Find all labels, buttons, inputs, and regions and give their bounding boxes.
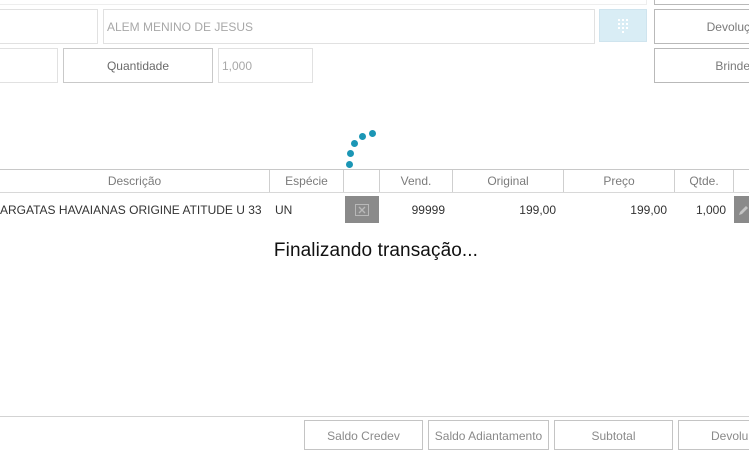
cell-especie: UN — [275, 202, 293, 217]
left-field-top[interactable] — [0, 9, 98, 44]
edit-item-button[interactable] — [734, 196, 749, 223]
quantity-label: Quantidade — [63, 48, 213, 83]
spinner-dot — [369, 130, 376, 137]
top-edge-button[interactable] — [654, 0, 749, 5]
brinde-button-label: Brinde — [715, 58, 749, 73]
col-header-descricao[interactable]: Descrição — [0, 170, 270, 192]
remove-item-button[interactable] — [345, 196, 379, 223]
subtotal-button[interactable]: Subtotal — [554, 420, 673, 450]
spinner-dot — [347, 150, 354, 157]
devolucao-button[interactable]: Devoluç — [654, 9, 749, 44]
footer-devolucao-label: Devolu — [711, 429, 749, 443]
status-message: Finalizando transação... — [273, 240, 479, 261]
keypad-button[interactable] — [599, 9, 647, 42]
keypad-icon — [618, 18, 628, 33]
cell-vend: 99999 — [411, 202, 445, 217]
left-field-bottom[interactable] — [0, 48, 58, 83]
top-edge-field[interactable] — [0, 0, 647, 5]
col-header-original[interactable]: Original — [453, 170, 564, 192]
subtotal-label: Subtotal — [591, 429, 636, 443]
spinner-dot — [346, 161, 353, 168]
footer-devolucao-button[interactable]: Devolu — [678, 420, 749, 450]
brinde-button[interactable]: Brinde — [654, 48, 749, 83]
col-header-preco[interactable]: Preço — [564, 170, 675, 192]
items-table-header: Descrição Espécie Vend. Original Preço Q… — [0, 169, 749, 193]
cell-qtde: 1,000 — [695, 202, 726, 217]
spinner-dot — [351, 140, 358, 147]
client-name-value: ALEM MENINO DE JESUS — [107, 19, 254, 34]
cell-original: 199,00 — [519, 202, 556, 217]
col-header-action — [344, 170, 380, 192]
devolucao-button-label: Devoluç — [706, 19, 749, 34]
table-row[interactable]: ARGATAS HAVAIANAS ORIGINE ATITUDE U 33 U… — [0, 193, 749, 226]
close-icon — [355, 203, 369, 216]
col-header-especie[interactable]: Espécie — [270, 170, 344, 192]
col-header-vend[interactable]: Vend. — [380, 170, 453, 192]
saldo-adiantamento-button[interactable]: Saldo Adiantamento — [428, 420, 549, 450]
col-header-qtde[interactable]: Qtde. — [675, 170, 734, 192]
footer-divider — [0, 416, 749, 417]
cell-descricao: ARGATAS HAVAIANAS ORIGINE ATITUDE U 33 — [0, 202, 262, 217]
cell-preco: 199,00 — [630, 202, 667, 217]
client-name-field[interactable]: ALEM MENINO DE JESUS — [103, 9, 595, 44]
saldo-credev-label: Saldo Credev — [327, 429, 400, 443]
pencil-icon — [739, 205, 748, 215]
spinner-dot — [359, 133, 366, 140]
quantity-value: 1,000 — [222, 58, 253, 73]
quantity-input[interactable]: 1,000 — [218, 48, 313, 83]
saldo-adiantamento-label: Saldo Adiantamento — [434, 429, 543, 443]
saldo-credev-button[interactable]: Saldo Credev — [304, 420, 423, 450]
